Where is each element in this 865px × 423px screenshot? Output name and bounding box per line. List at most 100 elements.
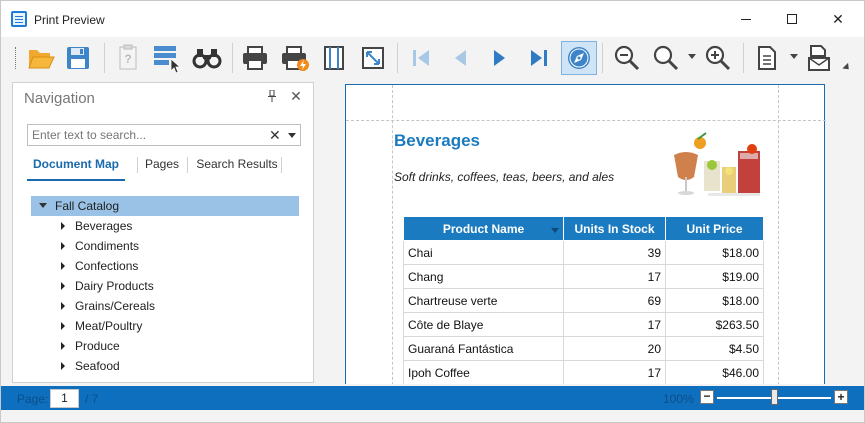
tree-node-beverages[interactable]: Beverages xyxy=(31,216,299,236)
page-total: / 7 xyxy=(85,392,99,406)
navigation-pane-button[interactable] xyxy=(561,41,597,75)
zoom-level: 100% xyxy=(663,392,694,406)
export-button[interactable] xyxy=(749,41,785,75)
zoom-icon xyxy=(653,45,679,71)
first-page-button[interactable] xyxy=(403,41,439,75)
document-map-tree: Fall Catalog Beverages Condiments Confec… xyxy=(31,196,299,376)
toolbar-separator xyxy=(232,43,233,73)
search-options-dropdown-icon[interactable] xyxy=(288,133,296,138)
units-in-stock-cell: 69 xyxy=(563,288,666,313)
first-page-icon xyxy=(413,50,429,66)
export-dropdown-arrow-icon[interactable] xyxy=(790,54,798,59)
tab-search-results[interactable]: Search Results xyxy=(189,153,285,181)
last-page-button[interactable] xyxy=(521,41,557,75)
product-name-cell: Chartreuse verte xyxy=(403,288,564,313)
table-row: Chang 17 $19.00 xyxy=(403,264,764,289)
zoom-out-button[interactable] xyxy=(609,41,645,75)
units-in-stock-cell: 17 xyxy=(563,264,666,289)
search-button[interactable] xyxy=(189,41,225,75)
send-document-icon xyxy=(808,45,830,71)
collapse-arrow-icon[interactable] xyxy=(39,203,47,208)
sort-dropdown-icon[interactable] xyxy=(551,228,559,233)
left-margin-guide xyxy=(392,85,393,384)
tree-node-label: Grains/Cereals xyxy=(75,299,156,313)
tree-node-grains-cereals[interactable]: Grains/Cereals xyxy=(31,296,299,316)
expand-arrow-icon[interactable] xyxy=(61,362,65,370)
navigation-close-button[interactable]: ✕ xyxy=(288,88,304,104)
close-button[interactable]: ✕ xyxy=(815,1,861,37)
save-button[interactable] xyxy=(60,41,96,75)
clear-search-icon[interactable]: ✕ xyxy=(269,127,281,143)
unit-price-cell: $4.50 xyxy=(665,336,764,361)
category-description: Soft drinks, coffees, teas, beers, and a… xyxy=(394,170,615,184)
units-in-stock-cell: 39 xyxy=(563,240,666,265)
zoom-in-button[interactable] xyxy=(700,41,736,75)
products-table: Product Name Units In Stock Unit Price C… xyxy=(403,216,764,384)
tree-node-root[interactable]: Fall Catalog xyxy=(31,196,299,216)
scale-button[interactable] xyxy=(355,41,391,75)
expand-arrow-icon[interactable] xyxy=(61,282,65,290)
maximize-button[interactable] xyxy=(769,1,815,37)
column-header-product-name[interactable]: Product Name xyxy=(403,216,564,241)
page-number-input[interactable]: 1 xyxy=(50,389,79,408)
parameters-icon: ? xyxy=(119,44,137,70)
expand-arrow-icon[interactable] xyxy=(61,342,65,350)
unit-price-cell: $263.50 xyxy=(665,312,764,337)
table-row: Chai 39 $18.00 xyxy=(403,240,764,265)
tab-pages[interactable]: Pages xyxy=(137,153,187,181)
editing-fields-button[interactable] xyxy=(149,41,185,75)
open-button[interactable] xyxy=(23,41,59,75)
tree-node-confections[interactable]: Confections xyxy=(31,256,299,276)
printer-lightning-icon xyxy=(282,46,309,71)
tree-node-seafood[interactable]: Seafood xyxy=(31,356,299,376)
expand-arrow-icon[interactable] xyxy=(61,222,65,230)
units-in-stock-cell: 20 xyxy=(563,336,666,361)
column-header-units-in-stock[interactable]: Units In Stock xyxy=(563,216,666,241)
send-button[interactable] xyxy=(801,41,837,75)
column-header-unit-price[interactable]: Unit Price xyxy=(665,216,764,241)
tree-node-label: Beverages xyxy=(75,219,133,233)
toolbar-separator xyxy=(397,43,398,73)
zoom-out-small-button[interactable]: − xyxy=(700,390,714,404)
tree-node-condiments[interactable]: Condiments xyxy=(31,236,299,256)
next-page-button[interactable] xyxy=(482,41,518,75)
toolbar-separator xyxy=(602,43,603,73)
zoom-slider-thumb[interactable] xyxy=(771,389,778,405)
product-name-cell: Ipoh Coffee xyxy=(403,360,564,384)
tree-node-meat-poultry[interactable]: Meat/Poultry xyxy=(31,316,299,336)
tree-node-produce[interactable]: Produce xyxy=(31,336,299,356)
tree-node-dairy-products[interactable]: Dairy Products xyxy=(31,276,299,296)
search-input[interactable] xyxy=(32,127,262,143)
svg-text:?: ? xyxy=(124,52,131,66)
navigation-tabs: Document Map Pages Search Results xyxy=(27,153,301,181)
expand-arrow-icon[interactable] xyxy=(61,262,65,270)
tab-document-map[interactable]: Document Map xyxy=(27,153,125,181)
tree-node-label: Dairy Products xyxy=(75,279,154,293)
zoom-in-icon xyxy=(705,45,731,71)
print-button[interactable] xyxy=(237,41,273,75)
zoom-button[interactable] xyxy=(648,41,684,75)
toolbar-grip[interactable] xyxy=(15,47,17,69)
column-header-label: Product Name xyxy=(442,221,525,236)
pin-button[interactable] xyxy=(264,88,280,104)
zoom-in-small-button[interactable]: + xyxy=(834,390,848,404)
pin-icon xyxy=(268,90,276,102)
zoom-dropdown-arrow-icon[interactable] xyxy=(688,54,696,59)
expand-arrow-icon[interactable] xyxy=(61,242,65,250)
toolbar-overflow-icon[interactable] xyxy=(842,62,852,73)
parameters-button[interactable]: ? xyxy=(110,41,146,75)
editing-fields-icon xyxy=(154,46,182,73)
folder-open-icon xyxy=(28,50,55,69)
minimize-button[interactable] xyxy=(723,1,769,37)
binoculars-icon xyxy=(192,49,222,69)
quick-print-button[interactable] xyxy=(277,41,313,75)
tab-separator xyxy=(281,157,282,173)
minimize-icon xyxy=(741,18,751,20)
document-viewer[interactable]: Beverages Soft drinks, coffees, teas, be… xyxy=(323,82,855,384)
expand-arrow-icon[interactable] xyxy=(61,322,65,330)
product-name-cell: Guaraná Fantástica xyxy=(403,336,564,361)
expand-arrow-icon[interactable] xyxy=(61,302,65,310)
page-setup-button[interactable] xyxy=(316,41,352,75)
top-margin-guide xyxy=(346,120,826,121)
previous-page-button[interactable] xyxy=(442,41,478,75)
